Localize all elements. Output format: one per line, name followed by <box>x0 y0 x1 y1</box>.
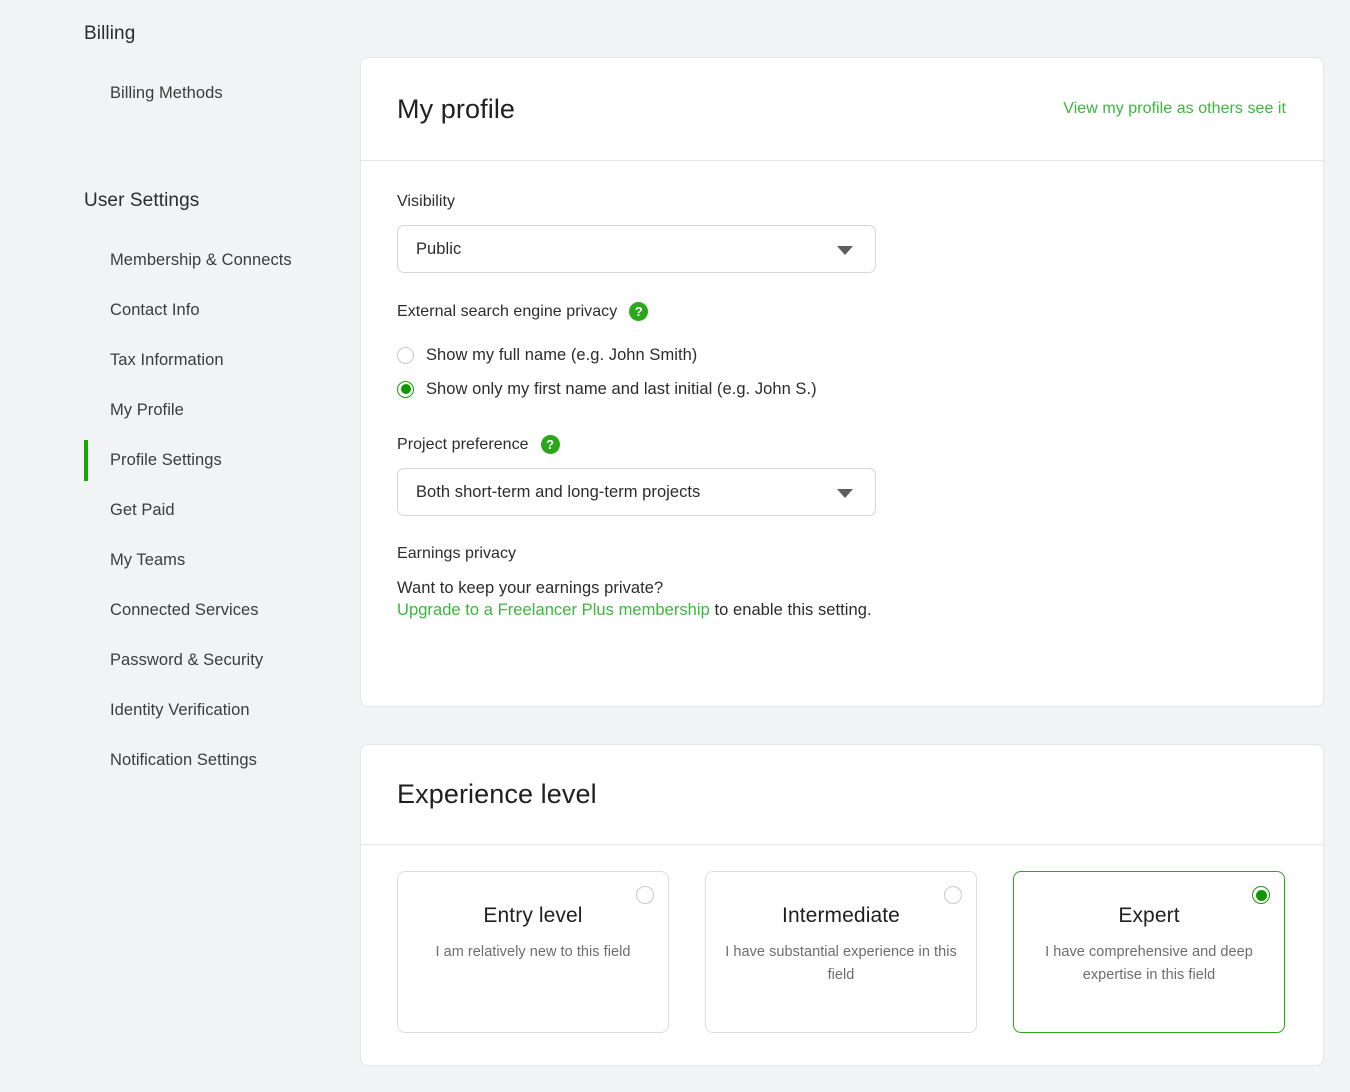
sidebar-item-identity-verification[interactable]: Identity Verification <box>0 685 360 735</box>
search-privacy-label: External search engine privacy ? <box>397 302 1287 321</box>
earnings-privacy-question: Want to keep your earnings private? <box>397 579 664 597</box>
experience-level-title: Experience level <box>397 779 597 809</box>
project-preference-label-text: Project preference <box>397 435 529 453</box>
search-privacy-option-label: Show my full name (e.g. John Smith) <box>426 345 698 364</box>
sidebar-item-label: Contact Info <box>110 300 200 319</box>
sidebar-item-label: Get Paid <box>110 500 175 519</box>
question-mark-icon[interactable]: ? <box>540 435 560 454</box>
experience-level-option-entry[interactable]: Entry level I am relatively new to this … <box>397 871 669 1033</box>
sidebar-item-billing-methods[interactable]: Billing Methods <box>0 68 360 118</box>
visibility-select[interactable]: Public <box>397 225 876 273</box>
earnings-privacy-suffix: to enable this setting. <box>709 601 872 619</box>
search-privacy-option-first-name-initial[interactable]: Show only my first name and last initial… <box>397 372 1287 406</box>
radio-icon-selected[interactable] <box>1252 886 1270 904</box>
question-mark-icon[interactable]: ? <box>629 302 649 321</box>
sidebar-item-label: Tax Information <box>110 350 224 369</box>
sidebar-item-label: Membership & Connects <box>110 250 292 269</box>
page-title: My profile <box>397 93 516 124</box>
sidebar-item-contact-info[interactable]: Contact Info <box>0 285 360 335</box>
sidebar-item-connected-services[interactable]: Connected Services <box>0 585 360 635</box>
experience-level-option-description: I am relatively new to this field <box>435 944 631 960</box>
visibility-label: Visibility <box>397 193 1287 211</box>
visibility-select-value: Public <box>416 239 462 258</box>
sidebar-item-label: My Profile <box>110 400 184 419</box>
sidebar-item-membership-connects[interactable]: Membership & Connects <box>0 235 360 285</box>
my-profile-card-header: My profile View my profile as others see… <box>361 58 1323 161</box>
sidebar-item-profile-settings[interactable]: Profile Settings <box>0 435 360 485</box>
chevron-down-icon <box>837 246 853 255</box>
sidebar-group-title-user-settings: User Settings <box>84 190 200 211</box>
my-profile-card: My profile View my profile as others see… <box>360 57 1324 707</box>
view-profile-as-others-link[interactable]: View my profile as others see it <box>1063 100 1286 118</box>
sidebar-item-get-paid[interactable]: Get Paid <box>0 485 360 535</box>
experience-level-option-expert[interactable]: Expert I have comprehensive and deep exp… <box>1013 871 1285 1033</box>
earnings-privacy-label: Earnings privacy <box>397 545 517 562</box>
experience-level-option-title: Expert <box>1118 904 1180 927</box>
upgrade-membership-link[interactable]: Upgrade to a Freelancer Plus membership <box>397 601 710 619</box>
sidebar-item-tax-information[interactable]: Tax Information <box>0 335 360 385</box>
sidebar-item-label: Password & Security <box>110 650 264 669</box>
earnings-privacy-upgrade-line: Upgrade to a Freelancer Plus membership … <box>397 599 1287 621</box>
sidebar-item-label: Connected Services <box>110 600 259 619</box>
sidebar-item-label: My Teams <box>110 550 186 569</box>
project-preference-select[interactable]: Both short-term and long-term projects <box>397 468 876 516</box>
experience-level-option-title: Intermediate <box>782 904 900 927</box>
sidebar-item-password-security[interactable]: Password & Security <box>0 635 360 685</box>
search-privacy-option-full-name[interactable]: Show my full name (e.g. John Smith) <box>397 338 1287 372</box>
project-preference-select-value: Both short-term and long-term projects <box>416 482 701 501</box>
chevron-down-icon <box>837 489 853 498</box>
radio-icon[interactable] <box>397 346 414 364</box>
radio-icon-selected[interactable] <box>397 380 414 398</box>
my-profile-card-body: Visibility Public External search engine… <box>361 161 1323 621</box>
sidebar-group-title-billing: Billing <box>84 23 136 44</box>
sidebar-item-label: Identity Verification <box>110 700 250 719</box>
settings-page: Billing Billing Methods User Settings Me… <box>0 0 1350 1092</box>
sidebar-item-label: Profile Settings <box>110 450 222 469</box>
settings-sidebar: Billing Billing Methods User Settings Me… <box>0 0 360 1092</box>
radio-icon[interactable] <box>944 886 962 904</box>
experience-level-option-title: Entry level <box>483 904 583 927</box>
experience-level-card: Experience level Entry level I am relati… <box>360 744 1324 1066</box>
sidebar-item-notification-settings[interactable]: Notification Settings <box>0 735 360 785</box>
search-privacy-label-text: External search engine privacy <box>397 302 618 320</box>
experience-level-option-intermediate[interactable]: Intermediate I have substantial experien… <box>705 871 977 1033</box>
experience-level-options: Entry level I am relatively new to this … <box>361 845 1323 1033</box>
sidebar-item-label: Billing Methods <box>110 83 223 102</box>
earnings-privacy-text: Want to keep your earnings private? Upgr… <box>397 577 1287 621</box>
experience-level-option-description: I have substantial experience in this fi… <box>725 944 957 983</box>
search-privacy-radio-group: Show my full name (e.g. John Smith) Show… <box>397 338 1287 406</box>
sidebar-item-label: Notification Settings <box>110 750 257 769</box>
radio-icon[interactable] <box>636 886 654 904</box>
experience-level-card-header: Experience level <box>361 745 1323 845</box>
search-privacy-option-label: Show only my first name and last initial… <box>426 379 817 398</box>
sidebar-item-my-profile[interactable]: My Profile <box>0 385 360 435</box>
visibility-label-text: Visibility <box>397 193 455 210</box>
sidebar-item-my-teams[interactable]: My Teams <box>0 535 360 585</box>
project-preference-label: Project preference ? <box>397 435 1287 454</box>
experience-level-option-description: I have comprehensive and deep expertise … <box>1045 944 1253 983</box>
